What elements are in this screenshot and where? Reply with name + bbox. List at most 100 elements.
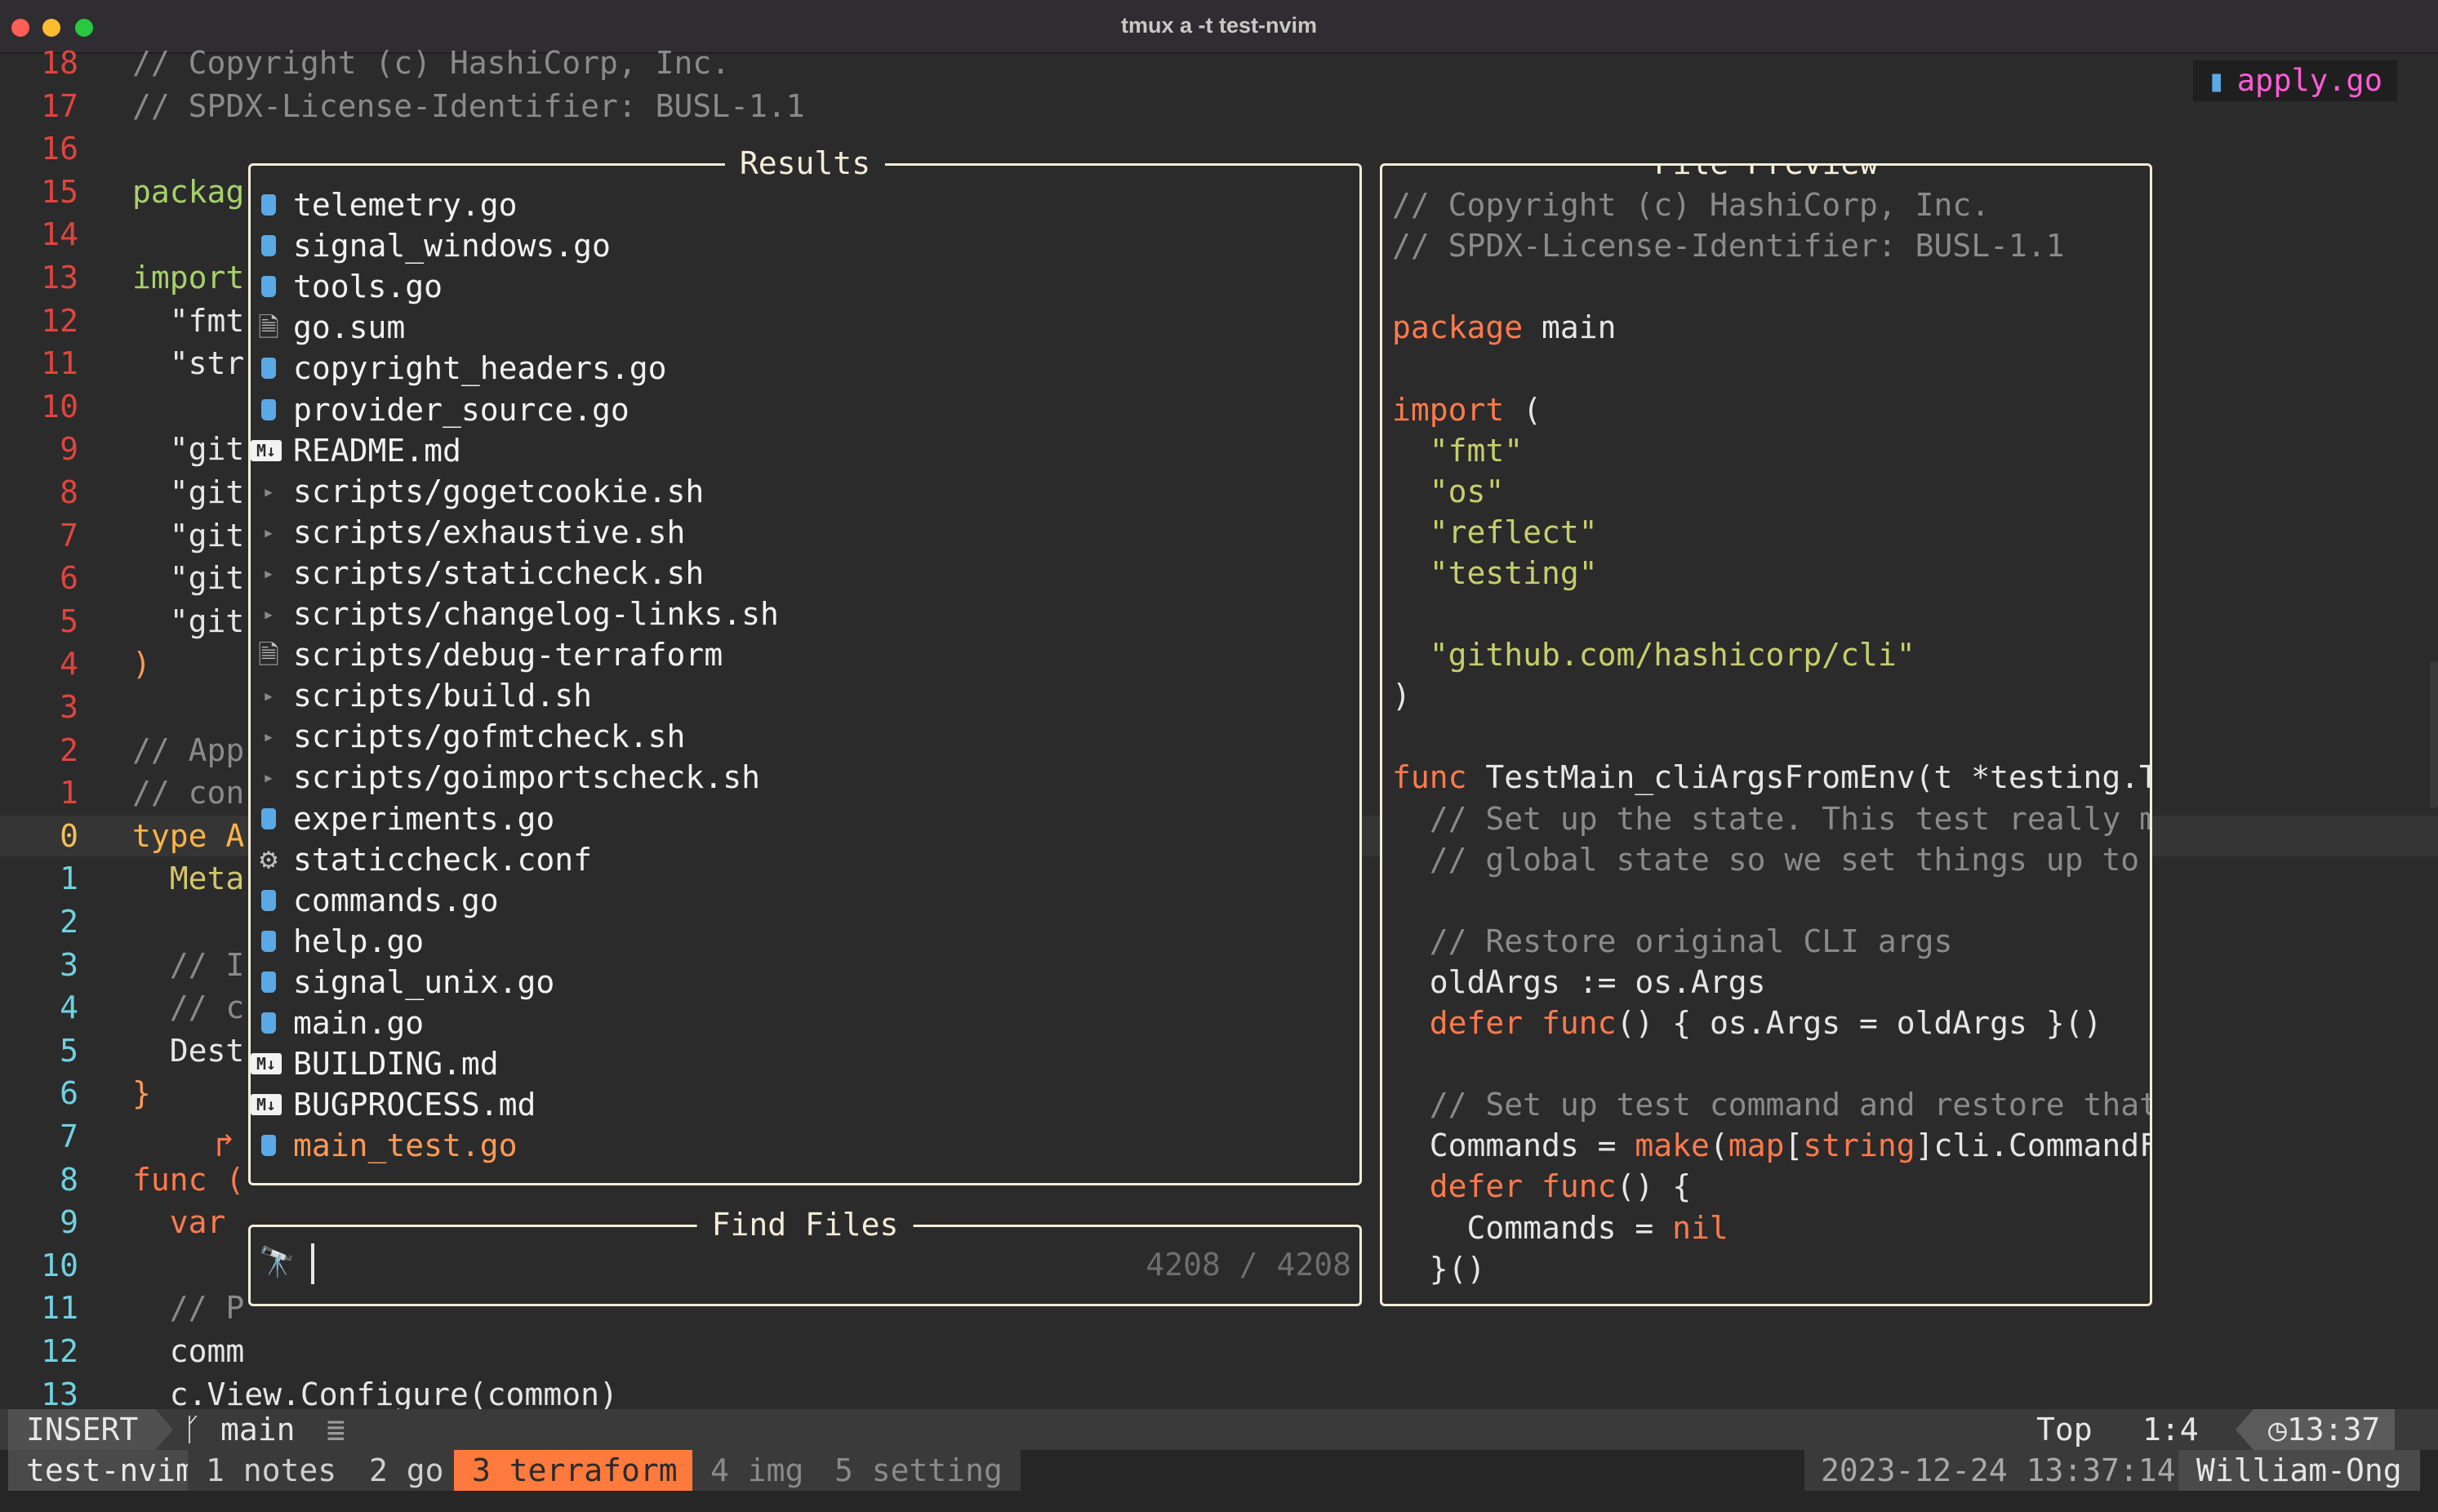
line-number: 9 <box>60 431 78 468</box>
result-item[interactable]: signal_unix.go <box>293 962 554 1003</box>
line-code: packag <box>132 173 245 210</box>
line-number: 18 <box>41 45 78 81</box>
find-files-prompt[interactable]: Find Files 🔭 4208 / 4208 <box>248 1204 1362 1306</box>
result-item[interactable]: ▸ scripts/build.sh <box>263 675 593 716</box>
preview-line: // SPDX-License-Identifier: BUSL-1.1 <box>1392 225 2065 266</box>
result-item[interactable]: copyright_headers.go <box>293 348 667 389</box>
preview-token: // SPDX-License-Identifier: BUSL-1.1 <box>1392 228 2065 265</box>
shell-icon: ▸ <box>262 561 275 585</box>
line-number: 15 <box>41 173 78 210</box>
result-item[interactable]: ▸ scripts/gofmtcheck.sh <box>263 716 686 757</box>
result-filename: telemetry.go <box>293 187 518 223</box>
result-item-selected[interactable]: ↱ main_test.go <box>215 1125 518 1166</box>
line-code: // Copyright (c) HashiCorp, Inc. <box>132 45 731 81</box>
markdown-icon: M↓ <box>251 1053 282 1075</box>
result-item[interactable]: M↓ README.md <box>251 430 461 471</box>
preview-token: // Restore original CLI args <box>1392 923 1953 959</box>
tmux-window-tab[interactable]: 4 img <box>692 1450 822 1491</box>
preview-token: // Set up the state. This test really me <box>1392 800 2152 837</box>
preview-line: "github.com/hashicorp/cli" <box>1392 634 1915 675</box>
line-code: "git <box>132 560 245 597</box>
preview-line: // Set up test command and restore that <box>1392 1084 2150 1125</box>
nvim-statusline: INSERT ᚴ main ≣ Top 1:4 ◷13:37 <box>0 1409 2438 1450</box>
markdown-icon: M↓ <box>251 1094 282 1116</box>
line-number: 14 <box>41 216 78 253</box>
tmux-window-tab[interactable]: 5 setting <box>816 1450 1021 1491</box>
result-filename: scripts/goimportscheck.sh <box>293 759 760 796</box>
shell-icon: ▸ <box>262 684 275 708</box>
line-number: 1 <box>60 861 78 897</box>
line-number: 7 <box>60 517 78 554</box>
result-item[interactable]: tools.go <box>293 266 443 307</box>
result-filename: BUILDING.md <box>293 1046 499 1083</box>
preview-token: "testing" <box>1392 554 1598 591</box>
result-item[interactable]: provider_source.go <box>293 389 630 430</box>
result-item[interactable]: ⚙ staticcheck.conf <box>260 839 593 880</box>
result-item[interactable]: 🗎 go.sum <box>258 307 406 348</box>
file-icon: 🗎 <box>258 312 279 344</box>
tmux-statusbar: test-nvim 1 notes 2 go 3 terraform 4 img 5 s… <box>0 1450 2438 1512</box>
preview-token: nil <box>1672 1209 1728 1246</box>
result-filename: BUGPROCESS.md <box>293 1087 536 1123</box>
scrollbar[interactable] <box>2430 661 2438 808</box>
preview-token: ]cli.CommandFa <box>1915 1127 2152 1164</box>
line-number: 10 <box>41 388 78 425</box>
preview-token: func <box>1542 1168 1617 1205</box>
line-number: 5 <box>60 1032 78 1069</box>
editor-line[interactable]: 18 // Copyright (c) HashiCorp, Inc. <box>0 42 2438 83</box>
result-item[interactable]: telemetry.go <box>293 185 518 225</box>
result-filename: go.sum <box>293 309 406 346</box>
line-number: 1 <box>60 775 78 812</box>
go-icon <box>251 185 287 225</box>
result-item[interactable]: commands.go <box>293 880 499 921</box>
result-item[interactable]: M↓ BUILDING.md <box>251 1043 499 1084</box>
preview-token: defer <box>1392 1168 1524 1205</box>
preview-line: // Restore original CLI args <box>1392 921 1953 962</box>
go-icon <box>251 921 287 962</box>
line-code: "git <box>132 474 245 510</box>
result-item[interactable]: help.go <box>293 921 424 962</box>
result-item[interactable]: M↓ BUGPROCESS.md <box>251 1084 536 1125</box>
result-filename: scripts/gogetcookie.sh <box>293 473 705 509</box>
result-item[interactable]: ▸ scripts/exhaustive.sh <box>263 512 686 553</box>
line-number: 3 <box>60 689 78 725</box>
line-number: 3 <box>60 946 78 983</box>
result-item[interactable]: ▸ scripts/changelog-links.sh <box>263 594 779 634</box>
preview-token: func <box>1542 1005 1617 1041</box>
go-icon <box>251 266 287 307</box>
line-code: "git <box>132 517 245 554</box>
shell-icon: ▸ <box>262 603 275 625</box>
tmux-datetime: 2023-12-24 13:37:14 <box>1804 1450 2192 1491</box>
editor-line[interactable]: 12 comm <box>0 1331 2438 1372</box>
tmux-window-tab[interactable]: 3 terraform <box>454 1450 696 1491</box>
tmux-session[interactable]: test-nvim <box>8 1450 212 1491</box>
line-number: 6 <box>60 1075 78 1112</box>
result-filename: scripts/build.sh <box>293 678 593 714</box>
result-filename: experiments.go <box>293 800 555 837</box>
preview-line: Commands = make(map[string]cli.CommandFa <box>1392 1125 2152 1166</box>
tmux-window-tab[interactable]: 1 notes <box>188 1450 355 1491</box>
mode-separator <box>155 1409 173 1450</box>
go-icon <box>251 348 287 389</box>
line-code: ) <box>132 646 151 683</box>
editor-line[interactable]: 17 // SPDX-License-Identifier: BUSL-1.1 <box>0 86 2438 127</box>
preview-line: "reflect" <box>1392 512 1598 553</box>
tmux-window-tab[interactable]: 2 go <box>351 1450 462 1491</box>
result-item[interactable]: ▸ scripts/gogetcookie.sh <box>263 471 705 512</box>
preview-line: ) <box>1392 675 1411 716</box>
line-code: // con <box>132 775 245 812</box>
result-item[interactable]: signal_windows.go <box>293 225 611 266</box>
preview-line: func TestMain_cliArgsFromEnv(t *testing.… <box>1392 757 2150 798</box>
line-code: // c <box>132 989 245 1026</box>
line-code: Meta <box>132 861 245 897</box>
result-item[interactable]: ▸ scripts/goimportscheck.sh <box>263 757 760 798</box>
result-item[interactable]: ▸ scripts/staticcheck.sh <box>263 553 705 594</box>
line-number: 0 <box>60 817 78 854</box>
result-item[interactable]: 🗎 scripts/debug-terraform <box>258 634 723 675</box>
shell-icon: ▸ <box>262 725 275 749</box>
clock-icon: ◷ <box>2268 1412 2287 1448</box>
result-filename: staticcheck.conf <box>293 841 593 878</box>
result-item[interactable]: experiments.go <box>293 798 554 839</box>
preview-token: "fmt" <box>1392 432 1524 469</box>
result-item[interactable]: main.go <box>293 1003 424 1043</box>
